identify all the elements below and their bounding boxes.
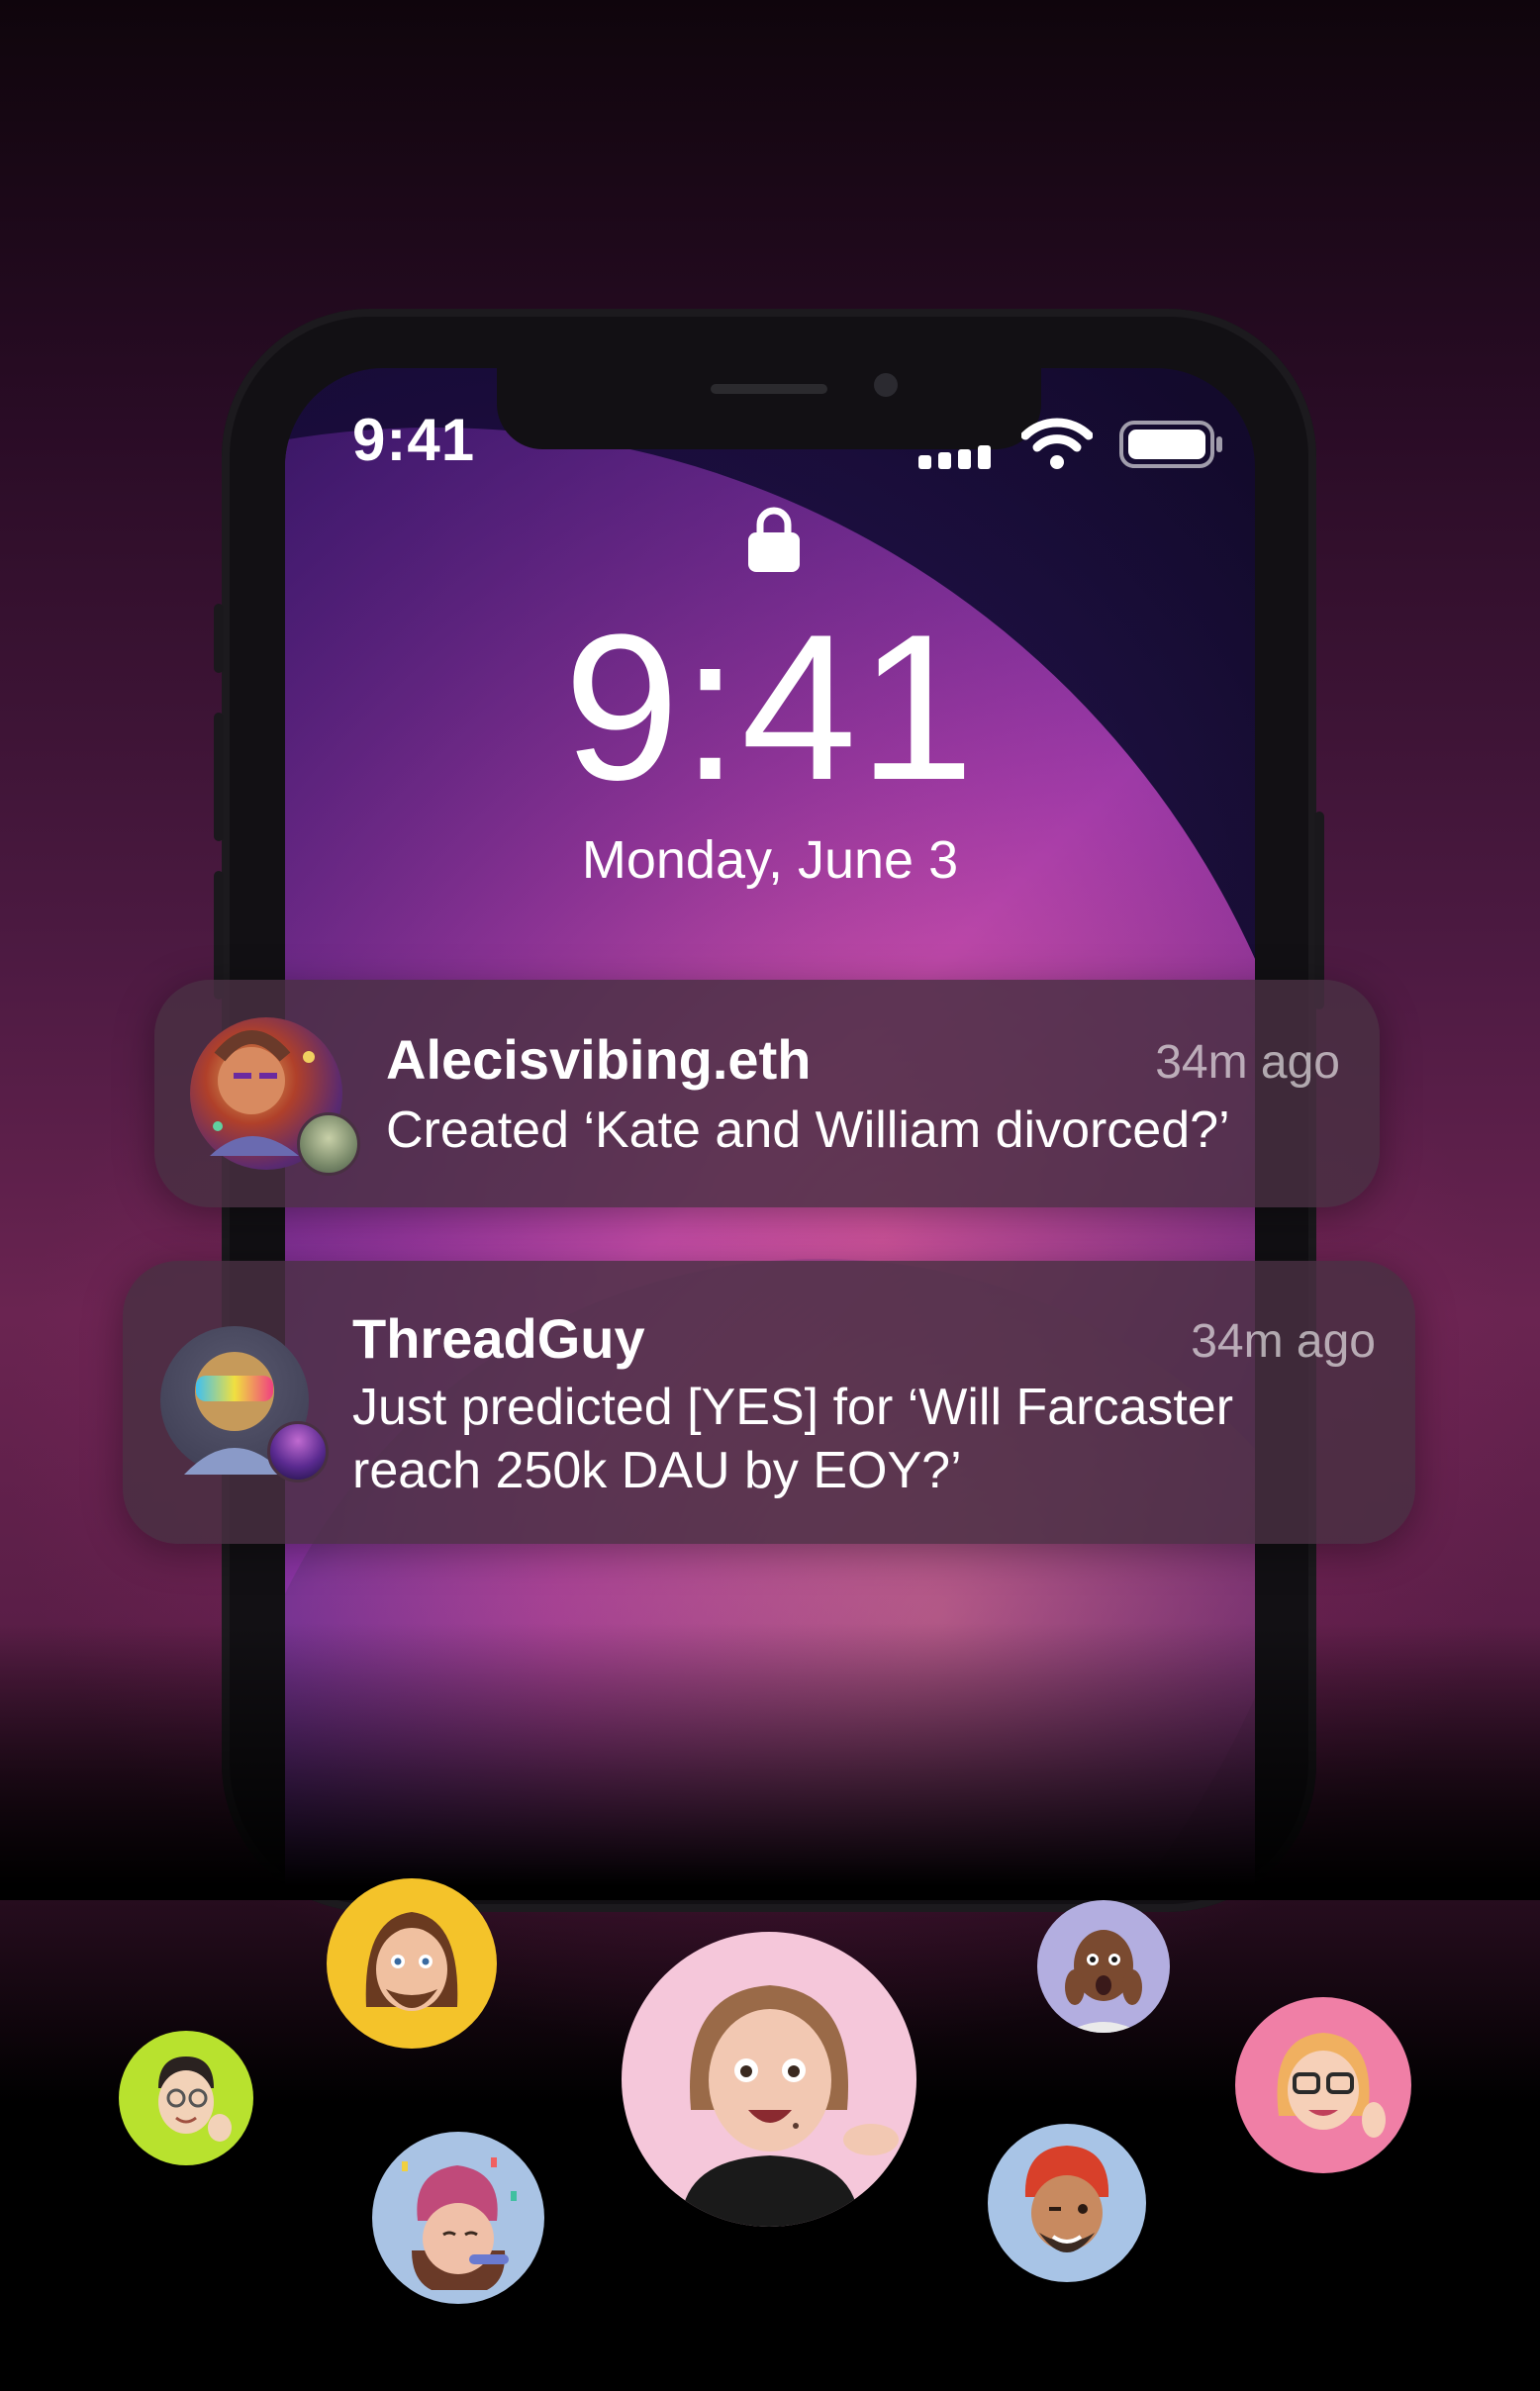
memoji-long-hair-beard — [327, 1878, 497, 2049]
notification-time: 34m ago — [1191, 1315, 1376, 1368]
notification-body: Created ‘Kate and William divorced?’ — [386, 1101, 1230, 1159]
background: 9:41 9:41 Monday, June 3 Alecisvibing.et… — [0, 0, 1540, 2391]
lock-screen-time: 9:41 — [563, 591, 977, 823]
notification-alecisvibing[interactable]: Alecisvibing.eth 34m ago Created ‘Kate a… — [154, 980, 1380, 1207]
notification-title: Alecisvibing.eth — [386, 1028, 812, 1091]
lock-screen-date: Monday, June 3 — [581, 830, 959, 890]
memoji-party-cap — [372, 2132, 544, 2304]
memoji-glasses-thumbs-up — [119, 2031, 253, 2165]
memoji-surprised-man — [1037, 1900, 1170, 2033]
notification-title: ThreadGuy — [352, 1307, 645, 1370]
memoji-waving-woman — [622, 1932, 916, 2227]
lock-icon — [748, 507, 800, 577]
wifi-icon — [1020, 418, 1094, 474]
notification-body-line-1: Just predicted [YES] for ‘Will Farcaster — [352, 1379, 1234, 1436]
notification-body-line-2: reach 250k DAU by EOY?’ — [352, 1442, 962, 1499]
status-bar-time: 9:41 — [352, 407, 476, 473]
front-camera — [874, 373, 898, 397]
app-badge-avatar — [297, 1112, 360, 1176]
notch — [497, 368, 1041, 449]
app-badge-avatar — [267, 1421, 329, 1482]
memoji-turban-wink — [988, 2124, 1146, 2282]
memoji-blonde-glasses — [1235, 1997, 1411, 2173]
notification-time: 34m ago — [1155, 1036, 1340, 1089]
notification-threadguy[interactable]: ThreadGuy 34m ago Just predicted [YES] f… — [123, 1261, 1415, 1544]
battery-icon — [1118, 420, 1225, 474]
earpiece-speaker — [711, 384, 827, 394]
cellular-signal-icon — [918, 445, 994, 474]
